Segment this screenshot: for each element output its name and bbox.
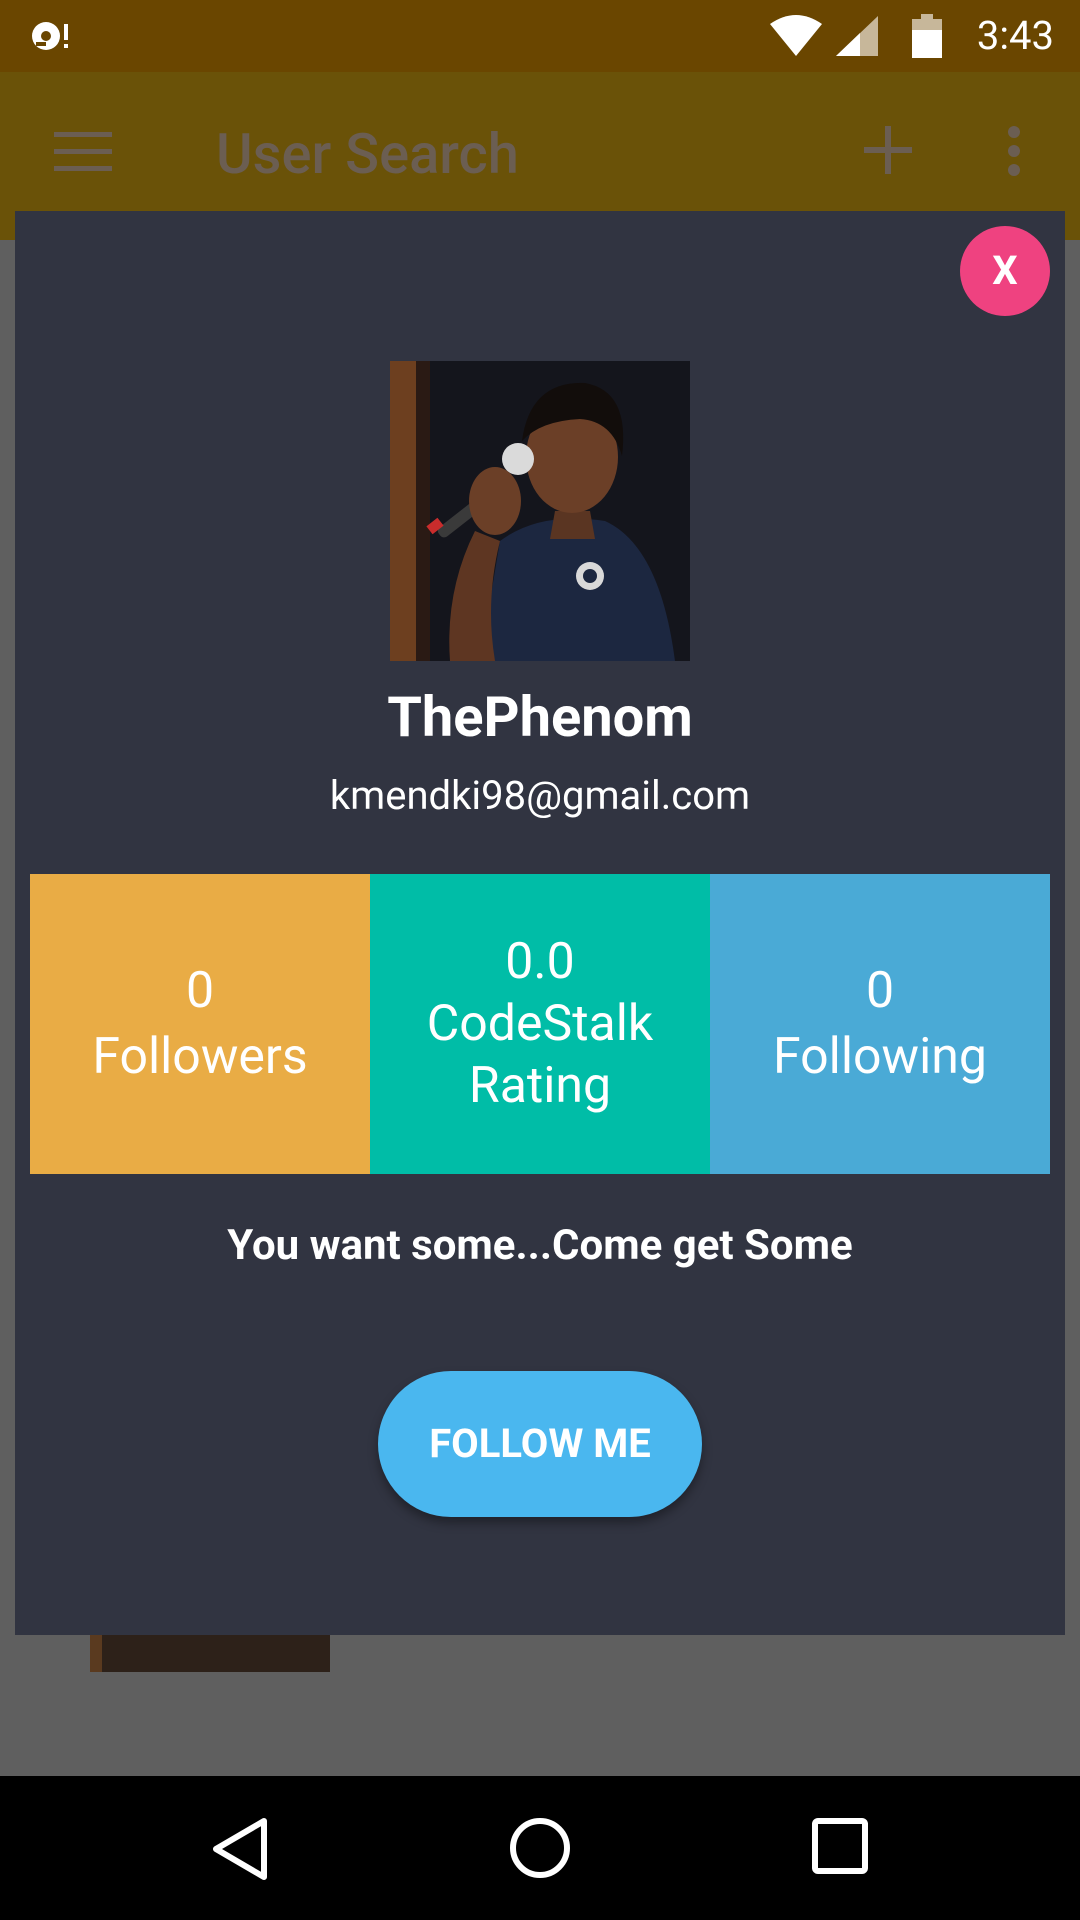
following-label: Following	[773, 1028, 987, 1086]
home-icon[interactable]	[508, 1816, 572, 1880]
add-icon[interactable]	[864, 126, 912, 174]
back-icon[interactable]	[210, 1816, 270, 1882]
profile-username: ThePhenom	[387, 684, 693, 750]
profile-email: kmendki98@gmail.com	[329, 772, 751, 819]
rating-tile: 0.0 CodeStalk Rating	[370, 874, 710, 1174]
more-vert-icon[interactable]	[1004, 126, 1024, 176]
rating-label-line1: CodeStalk	[426, 995, 654, 1053]
status-bar: 3:43	[0, 0, 1080, 72]
profile-dialog: X ThePhenom kmendki98@gmail.com 0 Follow…	[15, 211, 1065, 1635]
profile-quote: You want some...Come get Some	[227, 1221, 853, 1270]
following-count: 0	[865, 962, 895, 1020]
followers-tile[interactable]: 0 Followers	[30, 874, 370, 1174]
wifi-icon	[770, 15, 822, 56]
status-time: 3:43	[976, 12, 1054, 59]
notification-icon	[32, 22, 68, 50]
menu-icon[interactable]	[54, 132, 112, 172]
close-button[interactable]: X	[960, 226, 1050, 316]
navigation-bar	[0, 1776, 1080, 1920]
followers-count: 0	[185, 962, 215, 1020]
follow-button[interactable]: FOLLOW ME	[378, 1371, 702, 1517]
rating-value: 0.0	[505, 933, 575, 991]
followers-label: Followers	[92, 1028, 308, 1086]
rating-label-line2: Rating	[468, 1057, 612, 1115]
profile-avatar	[390, 361, 690, 661]
following-tile[interactable]: 0 Following	[710, 874, 1050, 1174]
recents-icon[interactable]	[812, 1818, 868, 1874]
stats-row: 0 Followers 0.0 CodeStalk Rating 0 Follo…	[30, 874, 1050, 1174]
battery-icon	[912, 14, 942, 58]
signal-icon	[836, 16, 878, 56]
app-bar-title: User Search	[216, 121, 519, 187]
